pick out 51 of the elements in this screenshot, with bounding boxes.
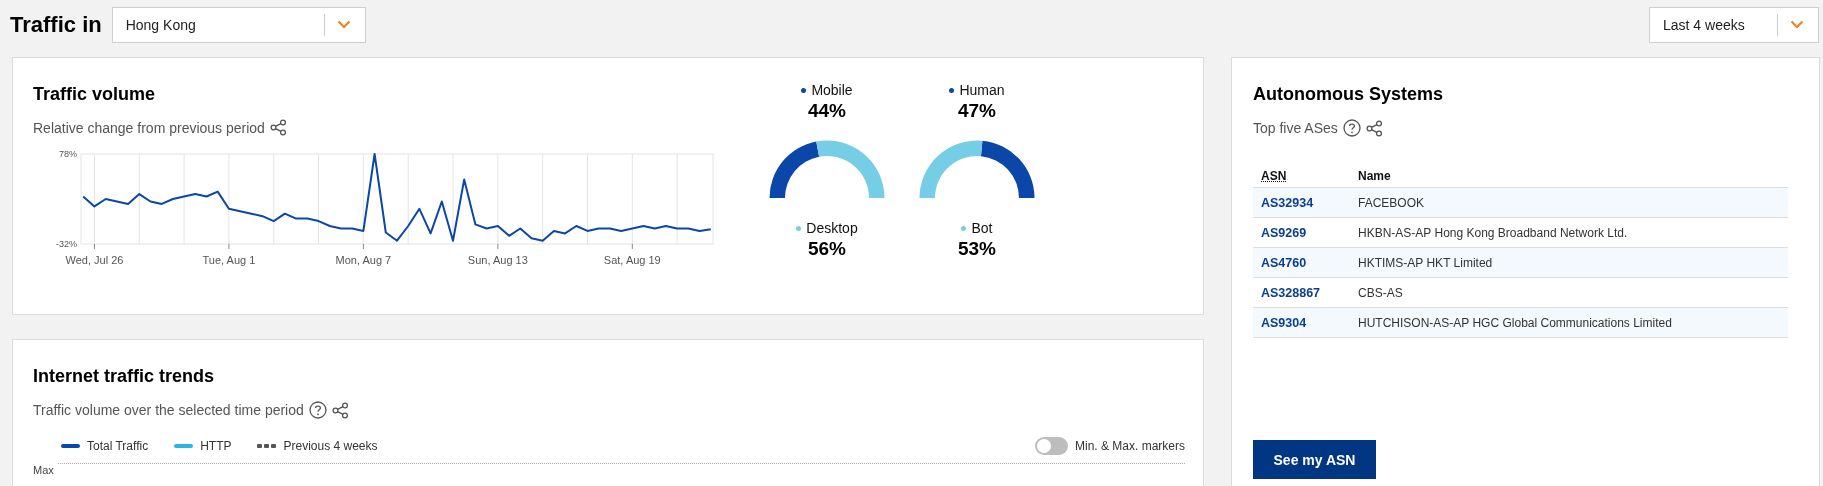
toggle-label: Min. & Max. markers xyxy=(1075,439,1185,453)
axis-label: Wed, Jul 26 xyxy=(65,254,124,266)
table-cell: HUTCHISON-AS-AP HGC Global Communications Limited xyxy=(1358,315,1672,330)
page-title: Traffic in xyxy=(10,11,102,38)
asn-link[interactable]: AS9269 xyxy=(1261,225,1307,240)
gauge-value: 53% xyxy=(958,238,996,260)
axis-label: Mon, Aug 7 xyxy=(335,254,392,266)
share-icon[interactable] xyxy=(331,401,349,419)
table-cell: HKTIMS-AP HKT Limited xyxy=(1358,255,1493,270)
table-cell: HKBN-AS-AP Hong Kong Broadband Network Ltd. xyxy=(1358,225,1628,240)
gauge-arc xyxy=(980,140,1035,198)
card-subtitle: Relative change from previous period xyxy=(33,119,265,136)
axis-label: Sat, Aug 19 xyxy=(603,254,661,266)
card-subtitle: Traffic volume over the selected time period xyxy=(33,402,304,418)
legend-label[interactable]: Previous 4 weeks xyxy=(283,439,378,453)
see-my-asn-button[interactable]: See my ASN xyxy=(1253,440,1376,479)
gauge-value: 44% xyxy=(808,100,846,122)
period-dropdown[interactable]: Last 4 weeks xyxy=(1649,6,1819,43)
gauge-label: Human xyxy=(959,82,1005,98)
gauge-arc xyxy=(919,140,983,198)
toggle-switch[interactable] xyxy=(1035,437,1068,455)
card-subtitle: Top five ASes xyxy=(1253,120,1338,136)
gauge-value: 47% xyxy=(958,100,996,122)
gauge-value: 56% xyxy=(808,238,846,260)
axis-label: Tue, Aug 1 xyxy=(202,254,256,266)
axis-label: Sun, Aug 13 xyxy=(467,254,528,266)
card-title: Internet traffic trends xyxy=(33,366,216,387)
help-icon[interactable] xyxy=(308,401,327,419)
location-dropdown[interactable]: Hong Kong xyxy=(111,6,366,43)
gauge-arc xyxy=(816,140,885,198)
share-icon[interactable] xyxy=(1365,119,1383,137)
table-cell: FACEBOOK xyxy=(1358,195,1425,210)
column-header: ASN xyxy=(1253,165,1350,188)
gauge-label: Mobile xyxy=(811,82,853,98)
table-cell: CBS-AS xyxy=(1358,285,1403,300)
column-header: Name xyxy=(1350,165,1788,188)
axis-label: 78% xyxy=(59,149,77,159)
chevron-down-icon xyxy=(336,20,351,29)
card-title: Traffic volume xyxy=(33,84,157,105)
legend-label[interactable]: Total Traffic xyxy=(87,439,149,453)
asn-link[interactable]: AS328867 xyxy=(1261,285,1321,300)
axis-label: -32% xyxy=(56,239,77,249)
card-title: Autonomous Systems xyxy=(1253,84,1445,105)
legend-label[interactable]: HTTP xyxy=(200,439,232,453)
gauge-label: Desktop xyxy=(806,220,858,236)
gauge-arc xyxy=(769,141,820,198)
help-icon[interactable] xyxy=(1342,119,1361,137)
axis-label: Max xyxy=(33,464,54,476)
gauge-label: Bot xyxy=(971,220,993,236)
chevron-down-icon xyxy=(1790,20,1804,29)
share-icon[interactable] xyxy=(269,119,287,136)
